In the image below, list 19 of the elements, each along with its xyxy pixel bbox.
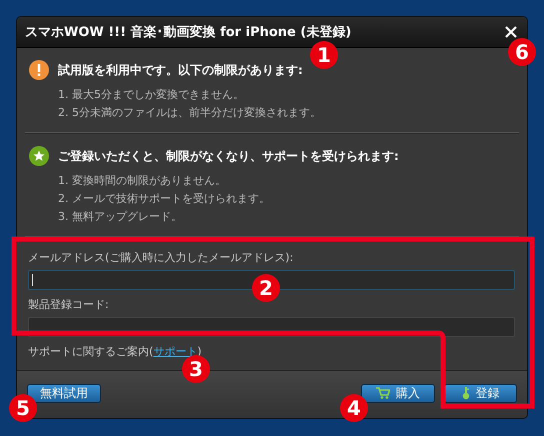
notice-heading: ご登録いただくと、制限がなくなり、サポートを受けられます: xyxy=(58,148,399,164)
buy-button[interactable]: 購入 xyxy=(361,384,435,402)
list-item: 1. 変換時間の制限がありません。 xyxy=(58,173,227,189)
list-item: 2. 5分未満のファイルは、前半分だけ変換されます。 xyxy=(58,105,322,121)
list-item: 1. 最大5分までしか変換できません。 xyxy=(58,87,245,103)
cart-icon xyxy=(376,387,390,399)
notice-heading: 試用版を利用中です。以下の制限があります: xyxy=(58,62,303,78)
register-button[interactable]: 登録 xyxy=(444,384,517,402)
support-link[interactable]: サポート xyxy=(153,345,198,358)
list-item: 2. メールで技術サポートを受けられます。 xyxy=(58,191,271,207)
trial-button[interactable]: 無料試用 xyxy=(27,384,101,402)
close-icon[interactable] xyxy=(505,26,517,38)
window-title: スマホWOW !!! 音楽･動画変換 for iPhone (未登録) xyxy=(25,24,352,41)
number-badge: 5 xyxy=(9,394,37,422)
list-item: 3. 無料アップグレード。 xyxy=(58,209,183,225)
warning-icon xyxy=(29,60,49,80)
field-label: 製品登録コード: xyxy=(28,298,110,312)
key-icon xyxy=(462,386,470,400)
field-label: メールアドレス(ご購入時に入力したメールアドレス): xyxy=(28,251,294,265)
